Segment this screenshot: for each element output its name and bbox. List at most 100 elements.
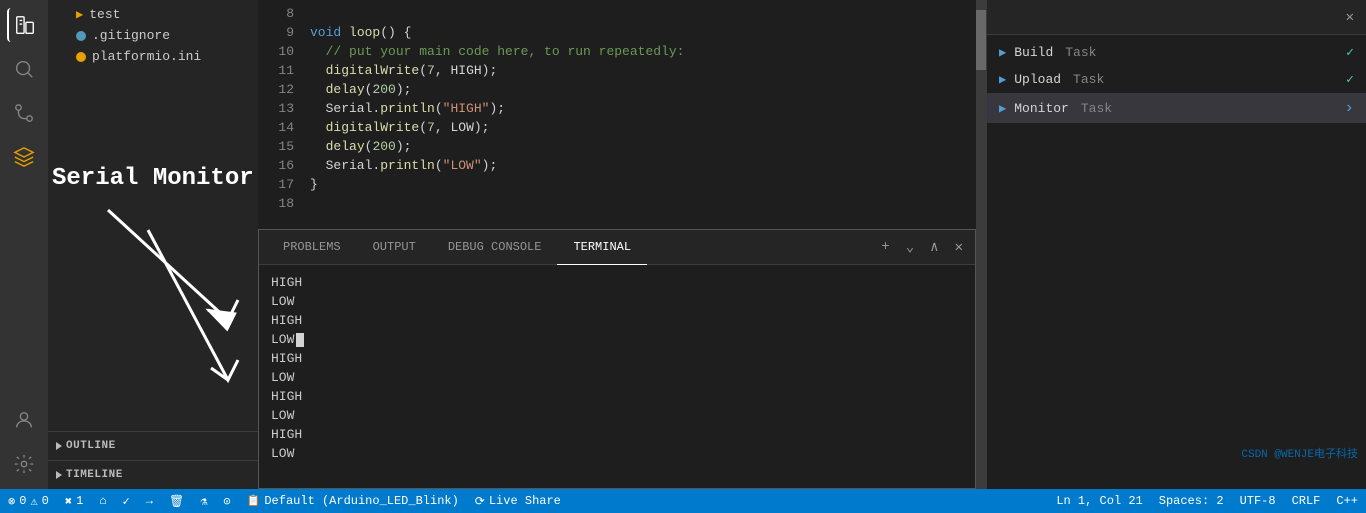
status-beaker[interactable]: ⚗ (192, 489, 215, 513)
status-live-share[interactable]: ⟳ Live Share (467, 489, 569, 513)
pio-label1: 1 (76, 494, 83, 508)
code-line-14: digitalWrite(7, LOW); (310, 118, 976, 137)
cursor (296, 333, 304, 347)
tasks-list: ▶ Build Task ✓ ▶ Upload Task ✓ ▶ Monitor… (987, 35, 1366, 489)
editor-area: 8 9 10 11 12 13 14 15 16 17 18 void loop… (258, 0, 976, 489)
file-explorer: ▶ test .gitignore platformio.ini (48, 0, 258, 431)
folder-test[interactable]: ▶ test (48, 4, 258, 25)
task-monitor-type: Task (1081, 101, 1112, 116)
outline-chevron (56, 442, 62, 450)
error-count: 0 (19, 494, 26, 508)
code-content[interactable]: void loop() { // put your main code here… (302, 0, 976, 229)
line-numbers: 8 9 10 11 12 13 14 15 16 17 18 (258, 0, 302, 229)
task-monitor-icon: ▶ (999, 101, 1006, 116)
file-platformio-label: platformio.ini (92, 49, 201, 64)
check-icon: ✓ (123, 494, 130, 509)
terminal-line-3: HIGH (271, 311, 963, 330)
panel-actions: + ⌄ ∧ ✕ (877, 237, 967, 258)
live-share-icon: ⟳ (475, 494, 485, 509)
env-label: Default (Arduino_LED_Blink) (264, 494, 458, 508)
tab-problems[interactable]: PROBLEMS (267, 230, 357, 265)
warning-count: 0 (42, 494, 49, 508)
panel-maximize-btn[interactable]: ∧ (926, 237, 942, 258)
pio-icon1: ✖ (65, 494, 72, 509)
status-arrow[interactable]: → (138, 489, 161, 513)
terminal-line-9: HIGH (271, 425, 963, 444)
status-home[interactable]: ⌂ (91, 489, 114, 513)
task-build-status: ✓ (1346, 45, 1354, 60)
status-errors[interactable]: ⊗ 0 ⚠ 0 (0, 489, 57, 513)
timeline-header[interactable]: TIMELINE (48, 465, 258, 485)
search-icon[interactable] (7, 52, 41, 86)
editor-scrollbar[interactable] (976, 0, 986, 489)
task-build[interactable]: ▶ Build Task ✓ (987, 39, 1366, 66)
panel-add-btn[interactable]: + (877, 237, 893, 257)
tab-debug-console[interactable]: DEBUG CONSOLE (432, 230, 558, 265)
status-eol[interactable]: CRLF (1284, 489, 1329, 513)
code-line-9: void loop() { (310, 23, 976, 42)
terminal-line-10: LOW (271, 444, 963, 463)
activity-bar (0, 0, 48, 489)
terminal-line-2: LOW (271, 292, 963, 311)
arrow-icon: → (146, 494, 153, 508)
panel-tabs: PROBLEMS OUTPUT DEBUG CONSOLE TERMINAL +… (259, 230, 975, 265)
code-line-10: // put your main code here, to run repea… (310, 42, 976, 61)
terminal-line-8: LOW (271, 406, 963, 425)
tab-terminal[interactable]: TERMINAL (557, 230, 647, 265)
cursor-pos-label: Ln 1, Col 21 (1056, 494, 1142, 508)
terminal-panel: PROBLEMS OUTPUT DEBUG CONSOLE TERMINAL +… (258, 229, 976, 489)
gitignore-dot (76, 31, 86, 41)
outline-header[interactable]: OUTLINE (48, 436, 258, 456)
terminal-content[interactable]: HIGH LOW HIGH LOW HIGH LOW HIGH LOW HIGH… (259, 265, 975, 488)
task-build-type: Task (1065, 45, 1096, 60)
panel-close-btn[interactable]: ✕ (951, 237, 967, 258)
terminal-line-5: HIGH (271, 349, 963, 368)
tab-output[interactable]: OUTPUT (357, 230, 432, 265)
encoding-label: UTF-8 (1240, 494, 1276, 508)
code-line-13: Serial.println("HIGH"); (310, 99, 976, 118)
extensions-icon[interactable] (7, 140, 41, 174)
status-pio-task1[interactable]: ✖ 1 (57, 489, 91, 513)
right-panel-header: ✕ (987, 0, 1366, 35)
task-upload[interactable]: ▶ Upload Task ✓ (987, 66, 1366, 93)
task-upload-icon: ▶ (999, 72, 1006, 87)
terminal-line-7: HIGH (271, 387, 963, 406)
status-encoding[interactable]: UTF-8 (1232, 489, 1284, 513)
right-panel-close-btn[interactable]: ✕ (1342, 7, 1358, 28)
target-icon: ⊙ (223, 494, 230, 509)
task-build-icon: ▶ (999, 45, 1006, 60)
code-line-8 (310, 4, 976, 23)
account-icon[interactable] (7, 403, 41, 437)
panel-split-btn[interactable]: ⌄ (902, 237, 918, 258)
settings-icon[interactable] (7, 447, 41, 481)
status-cursor-pos[interactable]: Ln 1, Col 21 (1048, 489, 1150, 513)
status-env[interactable]: 📋 Default (Arduino_LED_Blink) (239, 489, 467, 513)
status-check[interactable]: ✓ (115, 489, 138, 513)
code-line-18 (310, 194, 976, 213)
timeline-section: TIMELINE (48, 460, 258, 489)
status-target[interactable]: ⊙ (215, 489, 238, 513)
status-language[interactable]: C++ (1328, 489, 1366, 513)
outline-section: OUTLINE (48, 431, 258, 460)
code-line-15: delay(200); (310, 137, 976, 156)
editor-scrollbar-thumb (976, 10, 986, 70)
code-line-16: Serial.println("LOW"); (310, 156, 976, 175)
status-spaces[interactable]: Spaces: 2 (1151, 489, 1232, 513)
status-trash[interactable]: 🗑 (161, 489, 192, 513)
code-editor[interactable]: 8 9 10 11 12 13 14 15 16 17 18 void loop… (258, 0, 976, 229)
code-line-11: digitalWrite(7, HIGH); (310, 61, 976, 80)
trash-icon: 🗑 (169, 494, 184, 509)
task-upload-status: ✓ (1346, 72, 1354, 87)
files-icon[interactable] (7, 8, 41, 42)
env-icon: 📋 (247, 494, 261, 508)
outline-label: OUTLINE (66, 440, 116, 452)
language-label: C++ (1336, 494, 1358, 508)
terminal-line-1: HIGH (271, 273, 963, 292)
task-monitor-status: › (1344, 99, 1354, 117)
file-gitignore[interactable]: .gitignore (48, 25, 258, 46)
right-panel: ✕ ▶ Build Task ✓ ▶ Upload Task ✓ ▶ Monit… (986, 0, 1366, 489)
task-monitor[interactable]: ▶ Monitor Task › (987, 93, 1366, 123)
file-platformio[interactable]: platformio.ini (48, 46, 258, 67)
source-control-icon[interactable] (7, 96, 41, 130)
platformio-dot (76, 52, 86, 62)
